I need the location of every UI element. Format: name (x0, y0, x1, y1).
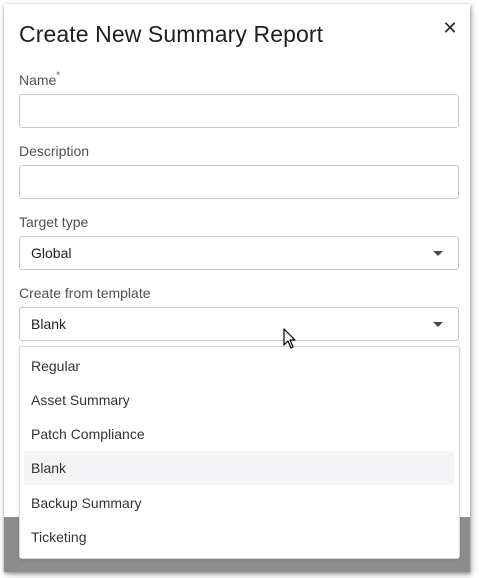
create-summary-report-dialog: Create New Summary Report ✕ Name* Descri… (4, 4, 470, 572)
menu-item-backup-summary[interactable]: Backup Summary (24, 486, 454, 520)
menu-item-regular[interactable]: Regular (24, 349, 454, 383)
menu-item-blank[interactable]: Blank (24, 451, 454, 485)
name-input[interactable] (19, 94, 459, 128)
template-label: Create from template (19, 285, 151, 301)
required-mark: * (56, 70, 60, 80)
dialog-title: Create New Summary Report (19, 21, 324, 47)
template-value: Blank (31, 316, 67, 332)
menu-item-ticketing[interactable]: Ticketing (24, 520, 454, 554)
close-icon[interactable]: ✕ (440, 18, 460, 38)
template-select[interactable]: Blank (19, 307, 459, 341)
mouse-pointer-icon (283, 328, 296, 349)
menu-item-patch-compliance[interactable]: Patch Compliance (24, 417, 454, 451)
description-input[interactable] (19, 165, 459, 199)
menu-item-asset-summary[interactable]: Asset Summary (24, 383, 454, 417)
name-label-text: Name (19, 72, 57, 88)
chevron-down-icon (433, 251, 443, 256)
template-dropdown-menu: Regular Asset Summary Patch Compliance B… (19, 346, 460, 559)
screen: Create New Summary Report ✕ Name* Descri… (0, 0, 479, 578)
target-type-label: Target type (19, 214, 89, 230)
chevron-down-icon (433, 322, 443, 327)
target-type-select[interactable]: Global (19, 236, 459, 270)
target-type-value: Global (31, 245, 72, 261)
description-label: Description (19, 143, 90, 159)
name-label: Name* (19, 70, 60, 88)
